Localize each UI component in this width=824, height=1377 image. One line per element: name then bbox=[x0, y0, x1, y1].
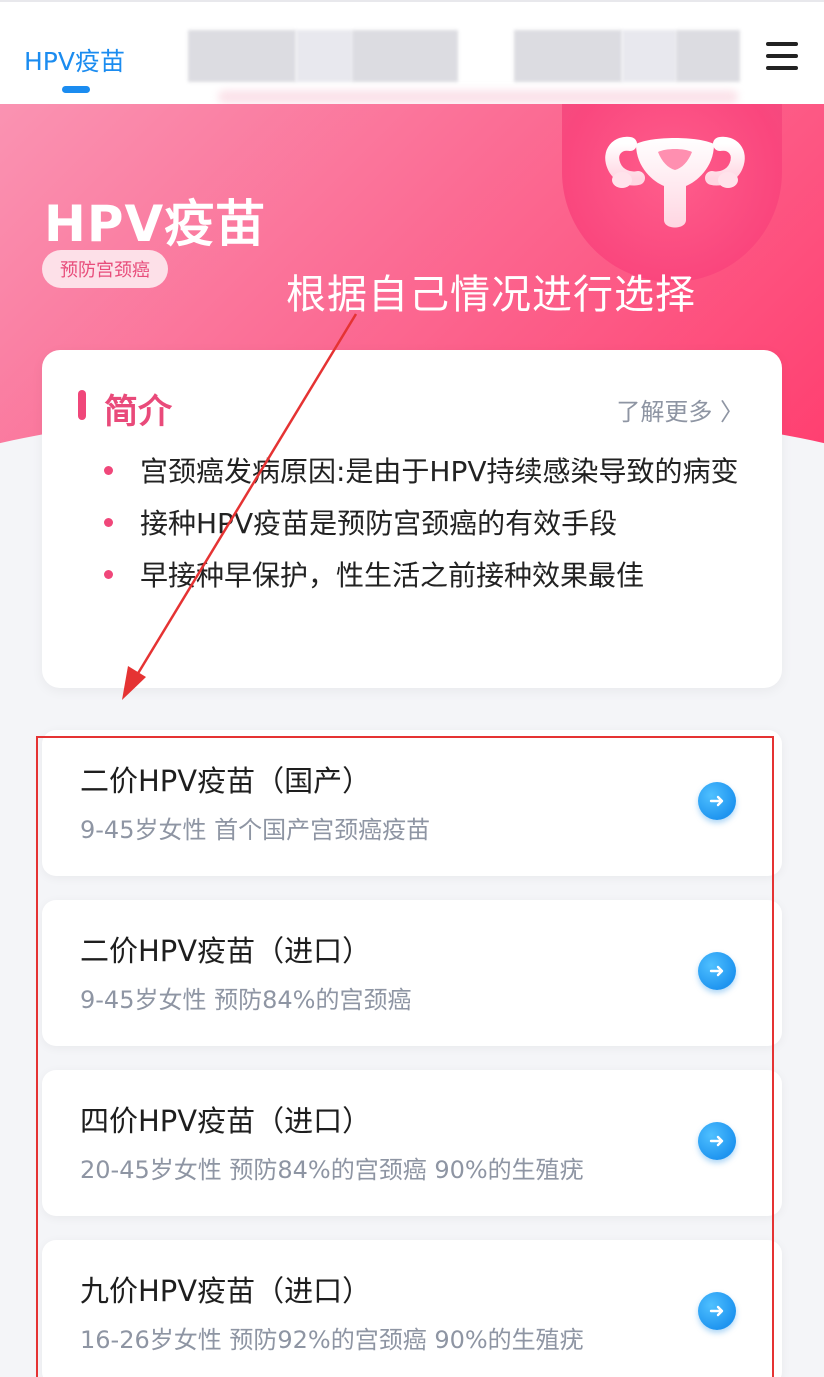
hero-title: HPV疫苗 bbox=[44, 195, 267, 253]
top-nav-bar: HPV疫苗 bbox=[0, 0, 824, 104]
vaccine-name: 二价HPV疫苗（进口） bbox=[80, 934, 372, 968]
intro-bullet: 接种HPV疫苗是预防宫颈癌的有效手段 bbox=[104, 498, 754, 550]
vaccine-desc: 9-45岁女性 预防84%的宫颈癌 bbox=[80, 986, 412, 1014]
tab-hpv-vaccine[interactable]: HPV疫苗 bbox=[24, 42, 125, 78]
annotation-text: 根据自己情况进行选择 bbox=[286, 272, 696, 318]
vaccine-desc: 9-45岁女性 首个国产宫颈癌疫苗 bbox=[80, 816, 431, 844]
arrow-right-icon[interactable] bbox=[698, 952, 736, 990]
blurred-tab-part bbox=[622, 30, 676, 82]
vaccine-card-bivalent-imported[interactable]: 二价HPV疫苗（进口） 9-45岁女性 预防84%的宫颈癌 bbox=[42, 900, 782, 1046]
intro-bullet-list: 宫颈癌发病原因:是由于HPV持续感染导致的病变 接种HPV疫苗是预防宫颈癌的有效… bbox=[104, 446, 754, 602]
vaccine-desc: 16-26岁女性 预防92%的宫颈癌 90%的生殖疣 bbox=[80, 1326, 584, 1354]
intro-title-bar bbox=[78, 390, 86, 420]
blurred-tab[interactable] bbox=[676, 30, 740, 82]
hamburger-menu-icon[interactable] bbox=[766, 42, 798, 70]
uterus-icon bbox=[605, 136, 745, 228]
arrow-right-icon[interactable] bbox=[698, 1292, 736, 1330]
blurred-tab[interactable] bbox=[188, 30, 296, 82]
intro-bullet: 宫颈癌发病原因:是由于HPV持续感染导致的病变 bbox=[104, 446, 754, 498]
vaccine-card-bivalent-domestic[interactable]: 二价HPV疫苗（国产） 9-45岁女性 首个国产宫颈癌疫苗 bbox=[42, 730, 782, 876]
blurred-tabs bbox=[188, 26, 760, 104]
blurred-tab[interactable] bbox=[514, 30, 622, 82]
learn-more-link[interactable]: 了解更多 〉 bbox=[616, 392, 744, 427]
blurred-underline bbox=[218, 90, 738, 104]
intro-title: 简介 bbox=[104, 392, 172, 432]
blurred-tab-part bbox=[296, 30, 352, 82]
vaccine-name: 四价HPV疫苗（进口） bbox=[80, 1104, 372, 1138]
vaccine-name: 二价HPV疫苗（国产） bbox=[80, 764, 372, 798]
vaccine-desc: 20-45岁女性 预防84%的宫颈癌 90%的生殖疣 bbox=[80, 1156, 584, 1184]
blurred-tab[interactable] bbox=[352, 30, 458, 82]
vaccine-name: 九价HPV疫苗（进口） bbox=[80, 1274, 372, 1308]
arrow-right-icon[interactable] bbox=[698, 1122, 736, 1160]
vaccine-card-nonavalent[interactable]: 九价HPV疫苗（进口） 16-26岁女性 预防92%的宫颈癌 90%的生殖疣 bbox=[42, 1240, 782, 1377]
vaccine-card-quadrivalent[interactable]: 四价HPV疫苗（进口） 20-45岁女性 预防84%的宫颈癌 90%的生殖疣 bbox=[42, 1070, 782, 1216]
intro-card: 简介 了解更多 〉 宫颈癌发病原因:是由于HPV持续感染导致的病变 接种HPV疫… bbox=[42, 350, 782, 688]
active-tab-indicator bbox=[62, 86, 90, 93]
intro-bullet: 早接种早保护，性生活之前接种效果最佳 bbox=[104, 550, 754, 602]
hero-tag: 预防宫颈癌 bbox=[42, 250, 168, 288]
arrow-right-icon[interactable] bbox=[698, 782, 736, 820]
